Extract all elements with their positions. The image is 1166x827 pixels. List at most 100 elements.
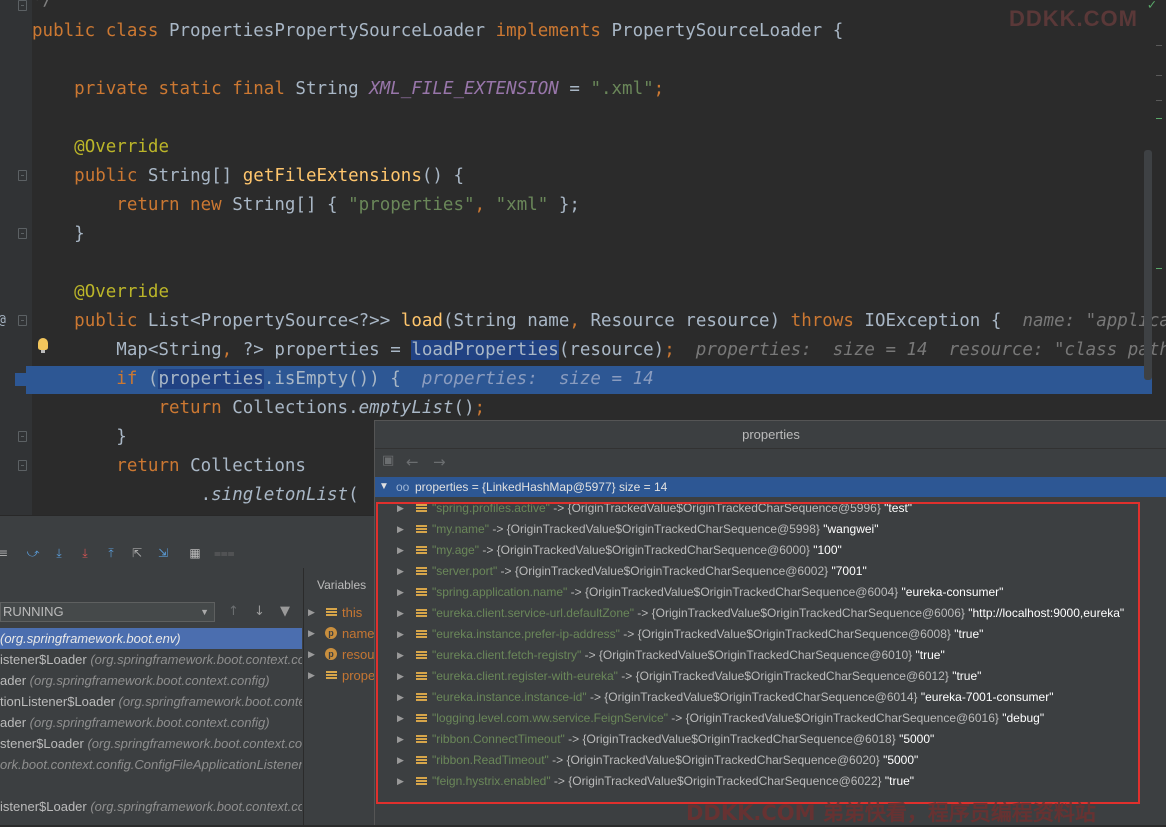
code-line[interactable]: public class PropertiesPropertySourceLoa… [32, 17, 843, 46]
properties-popup[interactable]: properties ▣ ← → ▼ oo properties = {Link… [374, 420, 1166, 825]
stack-frame[interactable]: (org.springframework.boot.env) [0, 628, 302, 649]
stack-frame[interactable]: ader (org.springframework.boot.context.c… [0, 712, 302, 733]
field-icon [416, 567, 427, 576]
code-line[interactable]: Map<String, ?> properties = loadProperti… [32, 336, 1166, 365]
stack-frame[interactable]: istener$Loader (org.springframework.boot… [0, 796, 302, 817]
frame-name: istener$Loader [0, 799, 91, 814]
frame-name: ader [0, 673, 30, 688]
menu-icon[interactable]: ≡ [0, 546, 10, 560]
code-line[interactable]: private static final String XML_FILE_EXT… [32, 75, 664, 104]
expand-triangle-icon[interactable]: ▶ [308, 623, 315, 644]
expand-triangle-icon[interactable]: ▶ [397, 561, 404, 582]
trace-icon[interactable]: ⩶ [214, 546, 235, 560]
entry-key: "spring.application.name" [432, 585, 568, 599]
expand-triangle-icon[interactable]: ▶ [397, 582, 404, 603]
map-entry[interactable]: ▶ "my.age" -> {OriginTrackedValue$OriginT… [375, 540, 1166, 561]
code-line[interactable]: if (properties.isEmpty()) { properties: … [32, 365, 654, 394]
forward-icon[interactable]: → [433, 453, 446, 471]
code-line[interactable]: .singletonList( [32, 481, 359, 510]
stack-frame[interactable]: stener$Loader (org.springframework.boot.… [0, 733, 302, 754]
expand-triangle-icon[interactable]: ▶ [397, 687, 404, 708]
editor-scrollbar[interactable] [1144, 150, 1152, 380]
map-entry[interactable]: ▶ "eureka.instance.prefer-ip-address" -> … [375, 624, 1166, 645]
drop-frame-icon[interactable]: ⇱ [130, 546, 144, 560]
stack-frame[interactable] [0, 775, 302, 796]
expand-triangle-icon[interactable]: ▶ [397, 729, 404, 750]
run-to-cursor-icon[interactable]: ⇲ [156, 546, 170, 560]
stack-frame[interactable]: ork.boot.context.config.ConfigFileApplic… [0, 754, 302, 775]
arrow-up-icon[interactable]: ↑ [228, 604, 239, 619]
entry-text: "eureka.client.fetch-registry" -> {Origi… [432, 645, 945, 666]
code-token: } [32, 427, 127, 447]
fold-marker[interactable] [18, 431, 27, 442]
variable-row[interactable]: ▶ this [304, 602, 375, 623]
expand-triangle-icon[interactable]: ▶ [397, 645, 404, 666]
code-line[interactable]: @Override [32, 278, 169, 307]
expand-triangle-icon[interactable]: ▶ [308, 665, 315, 686]
expand-triangle-icon[interactable]: ▶ [397, 624, 404, 645]
fold-marker[interactable] [18, 0, 27, 11]
code-line[interactable]: } [32, 423, 127, 452]
arrow-down-icon[interactable]: ↓ [254, 604, 265, 619]
entry-value: "true" [915, 648, 945, 662]
stack-frame[interactable]: ader (org.springframework.boot.context.c… [0, 670, 302, 691]
variable-row[interactable]: ▶ properties [304, 665, 375, 686]
map-entry[interactable]: ▶ "ribbon.ReadTimeout" -> {OriginTrackedV… [375, 750, 1166, 771]
expand-triangle-icon[interactable]: ▶ [397, 771, 404, 792]
map-entry[interactable]: ▶ "logging.level.com.ww.service.FeignServ… [375, 708, 1166, 729]
filter-icon[interactable]: ▼ [280, 604, 290, 619]
watermark: DDKK.COM [1009, 6, 1138, 31]
stack-frame[interactable]: tionListener$Loader (org.springframework… [0, 691, 302, 712]
variables-tab[interactable]: Variables [303, 568, 375, 602]
expand-triangle-icon[interactable]: ▶ [397, 603, 404, 624]
code-line[interactable]: return Collections [32, 452, 306, 481]
folder-icon[interactable]: ▣ [382, 453, 394, 468]
expand-triangle-icon[interactable]: ▶ [397, 666, 404, 687]
root-node[interactable]: ▼ oo properties = {LinkedHashMap@5977} s… [375, 477, 1166, 497]
code-line[interactable]: } [32, 220, 85, 249]
entry-value: "7001" [831, 564, 867, 578]
map-entry[interactable]: ▶ "eureka.client.fetch-registry" -> {Orig… [375, 645, 1166, 666]
fold-marker[interactable] [18, 228, 27, 239]
variable-row[interactable]: ▶ p name [304, 623, 375, 644]
expand-triangle-icon[interactable]: ▶ [397, 750, 404, 771]
fold-marker[interactable] [18, 460, 27, 471]
expand-triangle-icon[interactable]: ▶ [397, 708, 404, 729]
entry-value: "true" [954, 627, 984, 641]
fold-marker[interactable] [18, 315, 27, 326]
expand-triangle-icon[interactable]: ▶ [397, 519, 404, 540]
expand-triangle-icon[interactable]: ▶ [397, 498, 404, 519]
map-entry[interactable]: ▶ "eureka.client.register-with-eureka" ->… [375, 666, 1166, 687]
expand-triangle-icon[interactable]: ▶ [308, 644, 315, 665]
variable-row[interactable]: ▶ p resource [304, 644, 375, 665]
back-icon[interactable]: ← [406, 453, 419, 471]
step-into-icon[interactable]: ⤓ [52, 546, 66, 560]
expand-triangle-icon[interactable]: ▼ [379, 477, 389, 497]
map-entry[interactable]: ▶ "spring.profiles.active" -> {OriginTrac… [375, 498, 1166, 519]
map-entry[interactable]: ▶ "eureka.instance.instance-id" -> {Origi… [375, 687, 1166, 708]
map-entry[interactable]: ▶ "eureka.client.service-url.defaultZone"… [375, 603, 1166, 624]
code-line[interactable]: */ [32, 0, 53, 15]
code-line[interactable]: public List<PropertySource<?>> load(Stri… [32, 307, 1166, 336]
map-entry[interactable]: ▶ "my.name" -> {OriginTrackedValue$Origin… [375, 519, 1166, 540]
code-line[interactable]: public String[] getFileExtensions() { [32, 162, 464, 191]
fold-marker[interactable] [18, 170, 27, 181]
map-entry[interactable]: ▶ "feign.hystrix.enabled" -> {OriginTrack… [375, 771, 1166, 792]
map-entry[interactable]: ▶ "server.port" -> {OriginTrackedValue$Or… [375, 561, 1166, 582]
force-step-into-icon[interactable]: ⤓ [78, 546, 92, 560]
step-out-icon[interactable]: ⤒ [104, 546, 118, 560]
stack-frame[interactable]: istener$Loader (org.springframework.boot… [0, 649, 302, 670]
code-line[interactable]: return Collections.emptyList(); [32, 394, 485, 423]
expand-triangle-icon[interactable]: ▶ [397, 540, 404, 561]
code-line[interactable]: @Override [32, 133, 169, 162]
map-entry[interactable]: ▶ "ribbon.ConnectTimeout" -> {OriginTrack… [375, 729, 1166, 750]
map-entry[interactable]: ▶ "spring.application.name" -> {OriginTra… [375, 582, 1166, 603]
thread-selector[interactable]: RUNNING ▼ [0, 602, 215, 622]
frame-name: istener$Loader [0, 652, 91, 667]
evaluate-expression-icon[interactable]: ▦ [188, 546, 202, 560]
expand-triangle-icon[interactable]: ▶ [308, 602, 315, 623]
step-over-icon[interactable]: ⤻ [26, 546, 40, 560]
code-line[interactable]: return new String[] { "properties", "xml… [32, 191, 580, 220]
override-marker-icon[interactable]: @ [0, 313, 6, 328]
